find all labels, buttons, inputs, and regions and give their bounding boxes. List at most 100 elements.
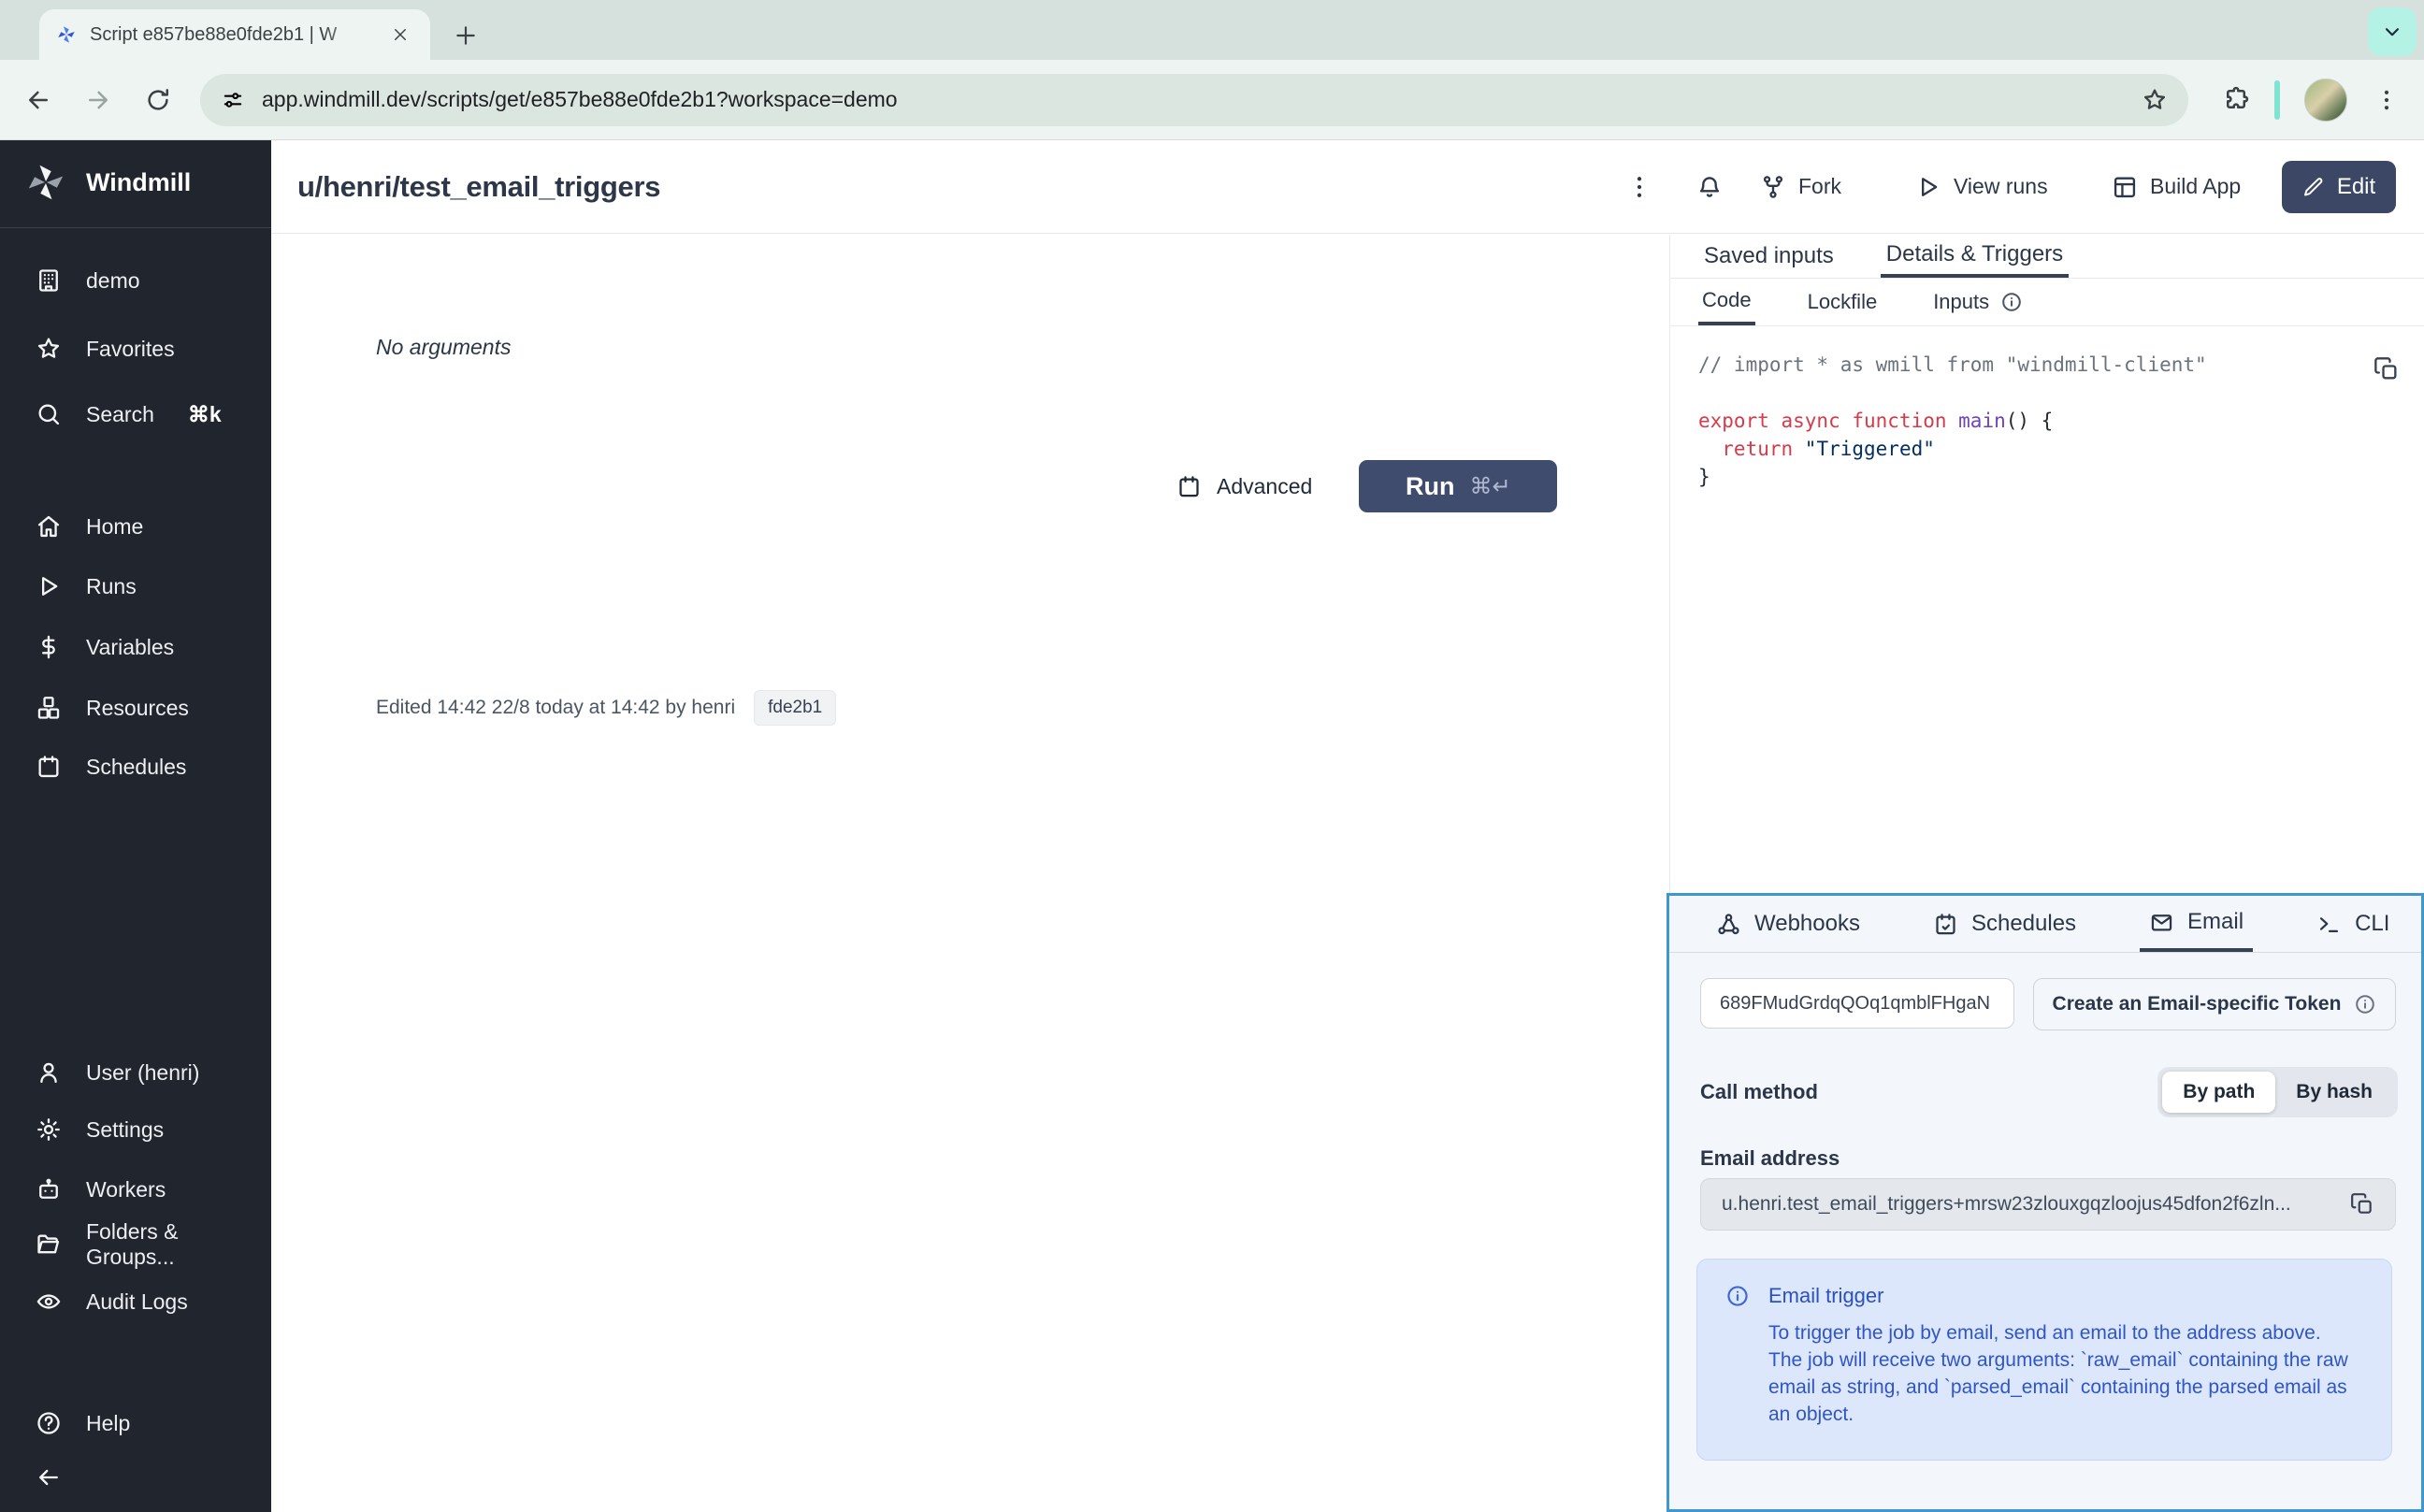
details-panel: Saved inputs Details & Triggers Code Loc… [1669,235,2424,1512]
building-icon [36,267,62,294]
copy-email-icon[interactable] [2350,1192,2374,1217]
tab-saved-inputs[interactable]: Saved inputs [1698,235,1840,278]
details-tabbar: Saved inputs Details & Triggers [1670,235,2424,279]
sidebar: Windmill demo Favorites Search ⌘k Home R… [0,140,271,1512]
calendar-icon [1176,474,1202,499]
view-runs-button[interactable]: View runs [1915,140,2048,233]
token-row: Create an Email-specific Token [1700,978,2396,1029]
email-address-value: u.henri.test_email_triggers+mrsw23zlouxg… [1722,1193,2335,1216]
windmill-logo-icon [24,161,67,204]
refresh-icon[interactable] [144,86,172,114]
sidebar-item-runs[interactable]: Runs [0,564,271,609]
sidebar-item-help[interactable]: Help [0,1401,271,1446]
boxes-icon [36,695,62,721]
address-bar[interactable]: app.windmill.dev/scripts/get/e857be88e0f… [200,74,2188,126]
fork-icon [1760,174,1786,200]
browser-tab[interactable]: Script e857be88e0fde2b1 | W [39,9,430,60]
code-block: // import * as wmill from "windmill-clie… [1698,351,2396,491]
windmill-logo[interactable]: Windmill [24,161,191,204]
sidebar-item-search[interactable]: Search ⌘k [0,392,271,437]
email-address-field[interactable]: u.henri.test_email_triggers+mrsw23zlouxg… [1700,1178,2396,1231]
sidebar-item-workers[interactable]: Workers [0,1167,271,1212]
tab-email[interactable]: Email [2140,896,2253,952]
email-trigger-info-box: Email trigger To trigger the job by emai… [1696,1259,2392,1461]
browser-menu-icon[interactable] [2374,87,2400,113]
sidebar-item-label: demo [86,268,140,294]
subtab-lockfile[interactable]: Lockfile [1804,279,1882,325]
copy-code-icon[interactable] [2374,356,2400,382]
email-address-label: Email address [1700,1146,1840,1171]
sidebar-item-variables[interactable]: Variables [0,625,271,670]
eye-icon [36,1289,62,1315]
build-app-button[interactable]: Build App [2112,140,2241,233]
sidebar-item-schedules[interactable]: Schedules [0,744,271,789]
bookmark-star-icon[interactable] [2142,87,2168,113]
toolbar-divider [2274,80,2280,120]
code-keyword: export async function [1698,410,1947,432]
back-icon[interactable] [24,86,52,114]
info-icon [2000,291,2023,313]
tab-schedules[interactable]: Schedules [1924,896,2085,952]
tab-cli-label: CLI [2355,911,2389,937]
sidebar-item-home[interactable]: Home [0,504,271,549]
sidebar-item-label: Variables [86,635,174,660]
tab-title: Script e857be88e0fde2b1 | W [90,24,374,46]
triggers-tabbar: Webhooks Schedules Email CLI [1669,896,2421,953]
sidebar-item-favorites[interactable]: Favorites [0,326,271,371]
tab-webhooks[interactable]: Webhooks [1707,896,1869,952]
sidebar-item-audit-logs[interactable]: Audit Logs [0,1279,271,1324]
page-title: u/henri/test_email_triggers [297,170,660,204]
advanced-button[interactable]: Advanced [1176,474,1312,499]
edit-button[interactable]: Edit [2282,161,2396,213]
profile-avatar[interactable] [2304,79,2347,122]
search-shortcut: ⌘k [188,402,222,427]
tab-close-icon[interactable] [387,22,413,48]
browser-chrome: Script e857be88e0fde2b1 | W [0,0,2424,140]
subtab-inputs[interactable]: Inputs [1929,279,2027,325]
terminal-icon [2316,912,2342,937]
call-method-row: Call method By path By hash [1700,1062,2398,1122]
site-settings-icon[interactable] [221,88,245,112]
forward-icon[interactable] [84,86,112,114]
run-button[interactable]: Run ⌘↵ [1359,460,1557,512]
more-options-button[interactable] [1625,140,1653,233]
by-hash-option[interactable]: By hash [2275,1072,2393,1113]
tab-cli[interactable]: CLI [2307,896,2399,952]
page-header: u/henri/test_email_triggers Fork View ru… [271,140,2424,234]
sidebar-divider [0,227,271,228]
sidebar-item-resources[interactable]: Resources [0,685,271,730]
code-comment: // import * as wmill from "windmill-clie… [1698,353,2207,376]
notifications-button[interactable] [1696,140,1723,233]
url-text[interactable]: app.windmill.dev/scripts/get/e857be88e0f… [262,87,2125,112]
new-tab-button[interactable] [451,21,481,50]
by-path-option[interactable]: By path [2162,1072,2275,1113]
info-icon [1725,1284,1750,1308]
help-icon [36,1410,62,1436]
code-tabbar: Code Lockfile Inputs [1670,279,2424,326]
tab-details-triggers[interactable]: Details & Triggers [1881,235,2069,278]
sidebar-item-workspace[interactable]: demo [0,258,271,303]
sidebar-item-settings[interactable]: Settings [0,1107,271,1152]
window-chevron-button[interactable] [2368,7,2417,56]
extensions-icon[interactable] [2222,86,2250,114]
sidebar-collapse-button[interactable] [0,1455,271,1500]
sidebar-item-label: Search [86,402,154,427]
search-icon [36,401,62,427]
sidebar-item-label: Help [86,1411,130,1436]
version-badge[interactable]: fde2b1 [754,690,836,726]
robot-icon [36,1176,62,1202]
windmill-favicon [56,24,77,45]
email-token-input[interactable] [1700,978,2014,1029]
create-email-token-button[interactable]: Create an Email-specific Token [2033,978,2396,1030]
sidebar-item-user[interactable]: User (henri) [0,1050,271,1095]
star-icon [36,336,62,362]
user-icon [36,1059,62,1086]
code-plain: } [1698,466,1710,488]
fork-button[interactable]: Fork [1760,140,1841,233]
sidebar-item-label: Audit Logs [86,1289,188,1315]
sidebar-item-label: Settings [86,1117,164,1143]
build-app-label: Build App [2150,174,2241,199]
info-box-body: To trigger the job by email, send an ema… [1768,1319,2350,1428]
sidebar-item-folders-groups[interactable]: Folders & Groups... [0,1222,271,1267]
subtab-code[interactable]: Code [1698,279,1755,325]
